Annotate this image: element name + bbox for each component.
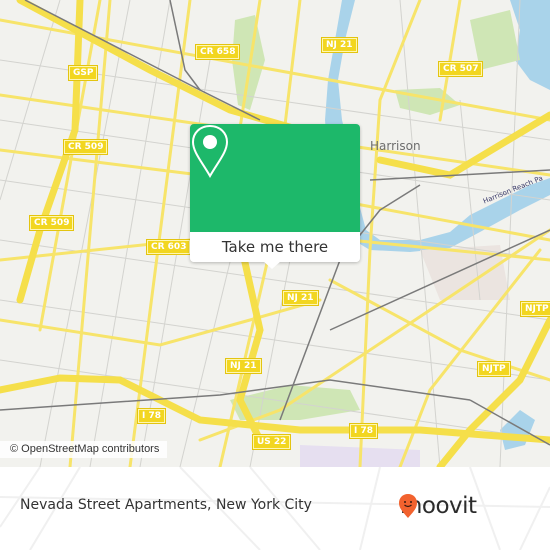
road-shield-njtp: NJTP (477, 361, 511, 377)
moovit-pin-icon (399, 494, 417, 518)
port-water (500, 410, 535, 450)
road-shield-i78: I 78 (348, 423, 379, 439)
park (470, 10, 520, 70)
road-shield-us22: US 22 (251, 434, 292, 450)
road-shield-nj21: NJ 21 (225, 358, 262, 374)
location-title: Nevada Street Apartments, New York City (20, 497, 312, 513)
map-view[interactable]: GSP CR 658 NJ 21 CR 507 CR 509 CR 509 CR… (0, 0, 550, 467)
road-shield-cr603: CR 603 (145, 239, 192, 255)
road-shield-cr507: CR 507 (437, 61, 484, 77)
map-attribution[interactable]: © OpenStreetMap contributors (0, 441, 168, 458)
footer: Nevada Street Apartments, New York City … (0, 467, 550, 550)
road-shield-cr509: CR 509 (28, 215, 75, 231)
popup-tail (263, 261, 281, 269)
road-shield-gsp: GSP (67, 65, 99, 81)
road-shield-cr658: CR 658 (194, 44, 241, 60)
map-pin-icon (191, 124, 229, 179)
road-shield-i78: I 78 (136, 408, 167, 424)
road-shield-njtp: NJTP (520, 301, 550, 317)
road-shield-nj21: NJ 21 (321, 37, 358, 53)
moovit-logo[interactable]: moovit (398, 493, 477, 519)
road-shield-cr509: CR 509 (62, 139, 109, 155)
place-label-harrison: Harrison (370, 139, 421, 153)
location-popup: Take me there (190, 124, 360, 269)
road-shield-nj21: NJ 21 (282, 290, 319, 306)
popup-header (190, 124, 360, 232)
take-me-there-button[interactable]: Take me there (190, 232, 360, 262)
